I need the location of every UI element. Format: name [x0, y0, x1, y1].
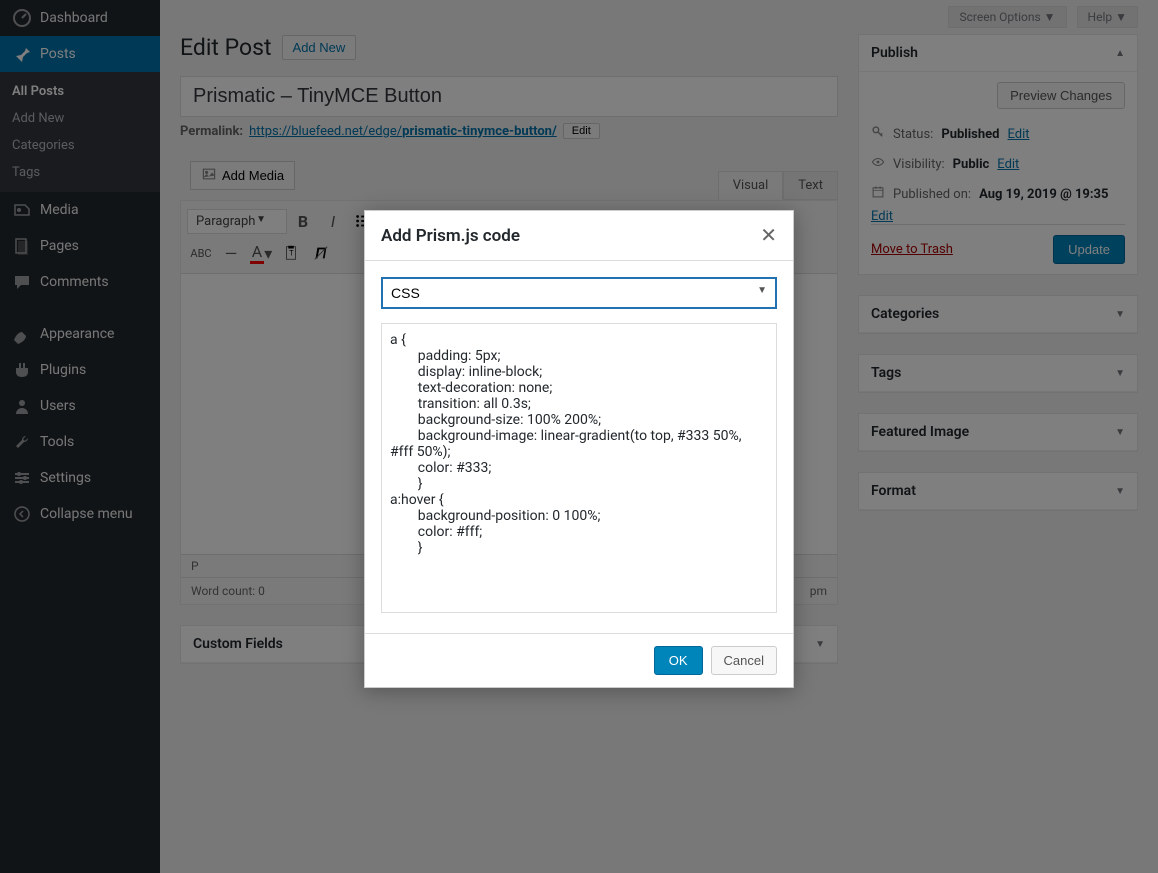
- modal-title: Add Prism.js code: [381, 226, 520, 246]
- language-select[interactable]: CSS: [381, 277, 777, 309]
- prism-modal: Add Prism.js code ✕ CSS OK Cancel: [364, 210, 794, 688]
- modal-header: Add Prism.js code ✕: [365, 211, 793, 261]
- code-textarea[interactable]: [381, 323, 777, 613]
- ok-button[interactable]: OK: [654, 646, 703, 675]
- modal-overlay[interactable]: Add Prism.js code ✕ CSS OK Cancel: [0, 0, 1158, 873]
- cancel-button[interactable]: Cancel: [711, 646, 777, 675]
- modal-close-button[interactable]: ✕: [760, 223, 777, 248]
- modal-footer: OK Cancel: [365, 633, 793, 687]
